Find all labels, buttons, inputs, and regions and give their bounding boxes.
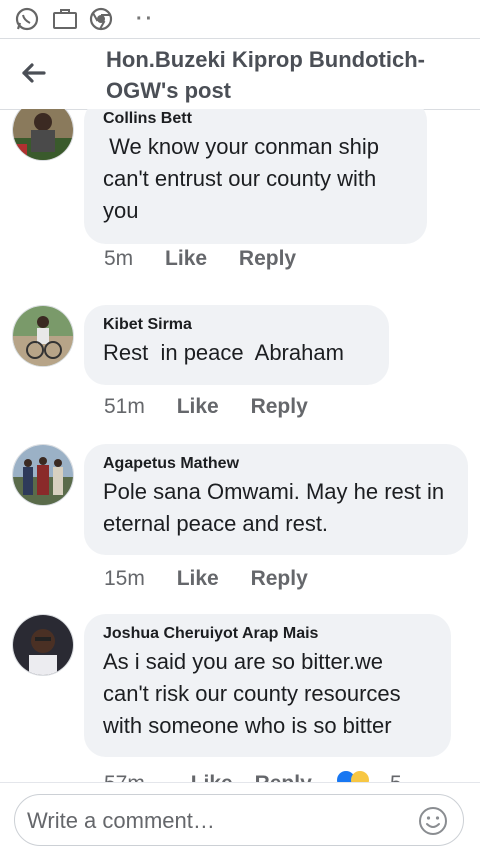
emoji-icon[interactable]: [417, 805, 449, 837]
avatar[interactable]: [12, 614, 74, 676]
comment-time: 57m: [104, 772, 145, 782]
reply-button[interactable]: Reply: [251, 567, 308, 590]
reactions-icon[interactable]: [336, 770, 380, 782]
briefcase-icon: [53, 9, 77, 29]
post-header: Hon.Buzeki Kiprop Bundotich-OGW's post: [0, 38, 480, 110]
comment-time: 15m: [104, 567, 145, 590]
avatar[interactable]: [12, 444, 74, 506]
comment-author[interactable]: Kibet Sirma: [103, 315, 369, 335]
comment-text: Pole sana Omwami. May he rest in eternal…: [103, 479, 451, 536]
back-arrow-icon[interactable]: [18, 57, 50, 89]
comment-composer: [0, 782, 480, 855]
status-bar: ··: [0, 0, 480, 38]
comment-actions: 15m Like Reply: [104, 567, 334, 591]
like-button[interactable]: Like: [165, 247, 207, 270]
avatar[interactable]: [12, 305, 74, 367]
like-button[interactable]: Like: [177, 395, 219, 418]
reply-button[interactable]: Reply: [251, 395, 308, 418]
comment-time: 51m: [104, 395, 145, 418]
comment-bubble[interactable]: Collins Bett We know your conman ship ca…: [84, 109, 427, 244]
chrome-icon: [89, 7, 113, 31]
comment-bubble[interactable]: Joshua Cheruiyot Arap Mais As i said you…: [84, 614, 451, 757]
page-title: Hon.Buzeki Kiprop Bundotich-OGW's post: [106, 47, 425, 103]
comment-actions: 5m Like Reply: [104, 247, 322, 271]
reply-button[interactable]: Reply: [239, 247, 296, 270]
comment-time: 5m: [104, 247, 134, 270]
comment-author[interactable]: Agapetus Mathew: [103, 454, 448, 474]
comments-feed[interactable]: Collins Bett We know your conman ship ca…: [0, 109, 480, 782]
comment-bubble[interactable]: Kibet Sirma Rest in peace Abraham: [84, 305, 389, 385]
reply-button[interactable]: Reply: [255, 772, 312, 782]
comment-text: Rest in peace Abraham: [103, 340, 344, 365]
like-button[interactable]: Like: [177, 567, 219, 590]
comment-text: As i said you are so bitter.we can't ris…: [103, 649, 407, 738]
comment-actions: 51m Like Reply: [104, 395, 334, 419]
whatsapp-icon: [15, 7, 39, 31]
like-button[interactable]: Like: [191, 772, 233, 782]
comment-actions: 57m Like Reply: [104, 772, 312, 782]
comment-bubble[interactable]: Agapetus Mathew Pole sana Omwami. May he…: [84, 444, 468, 555]
comment-text: We know your conman ship can't entrust o…: [103, 134, 386, 223]
more-notifications-icon: ··: [136, 8, 156, 30]
avatar[interactable]: [12, 109, 74, 161]
comment-input[interactable]: [25, 801, 409, 841]
comment-input-box[interactable]: [14, 794, 464, 846]
comment-author[interactable]: Collins Bett: [103, 109, 407, 129]
reaction-count: 5: [390, 772, 402, 782]
comment-author[interactable]: Joshua Cheruiyot Arap Mais: [103, 624, 431, 644]
